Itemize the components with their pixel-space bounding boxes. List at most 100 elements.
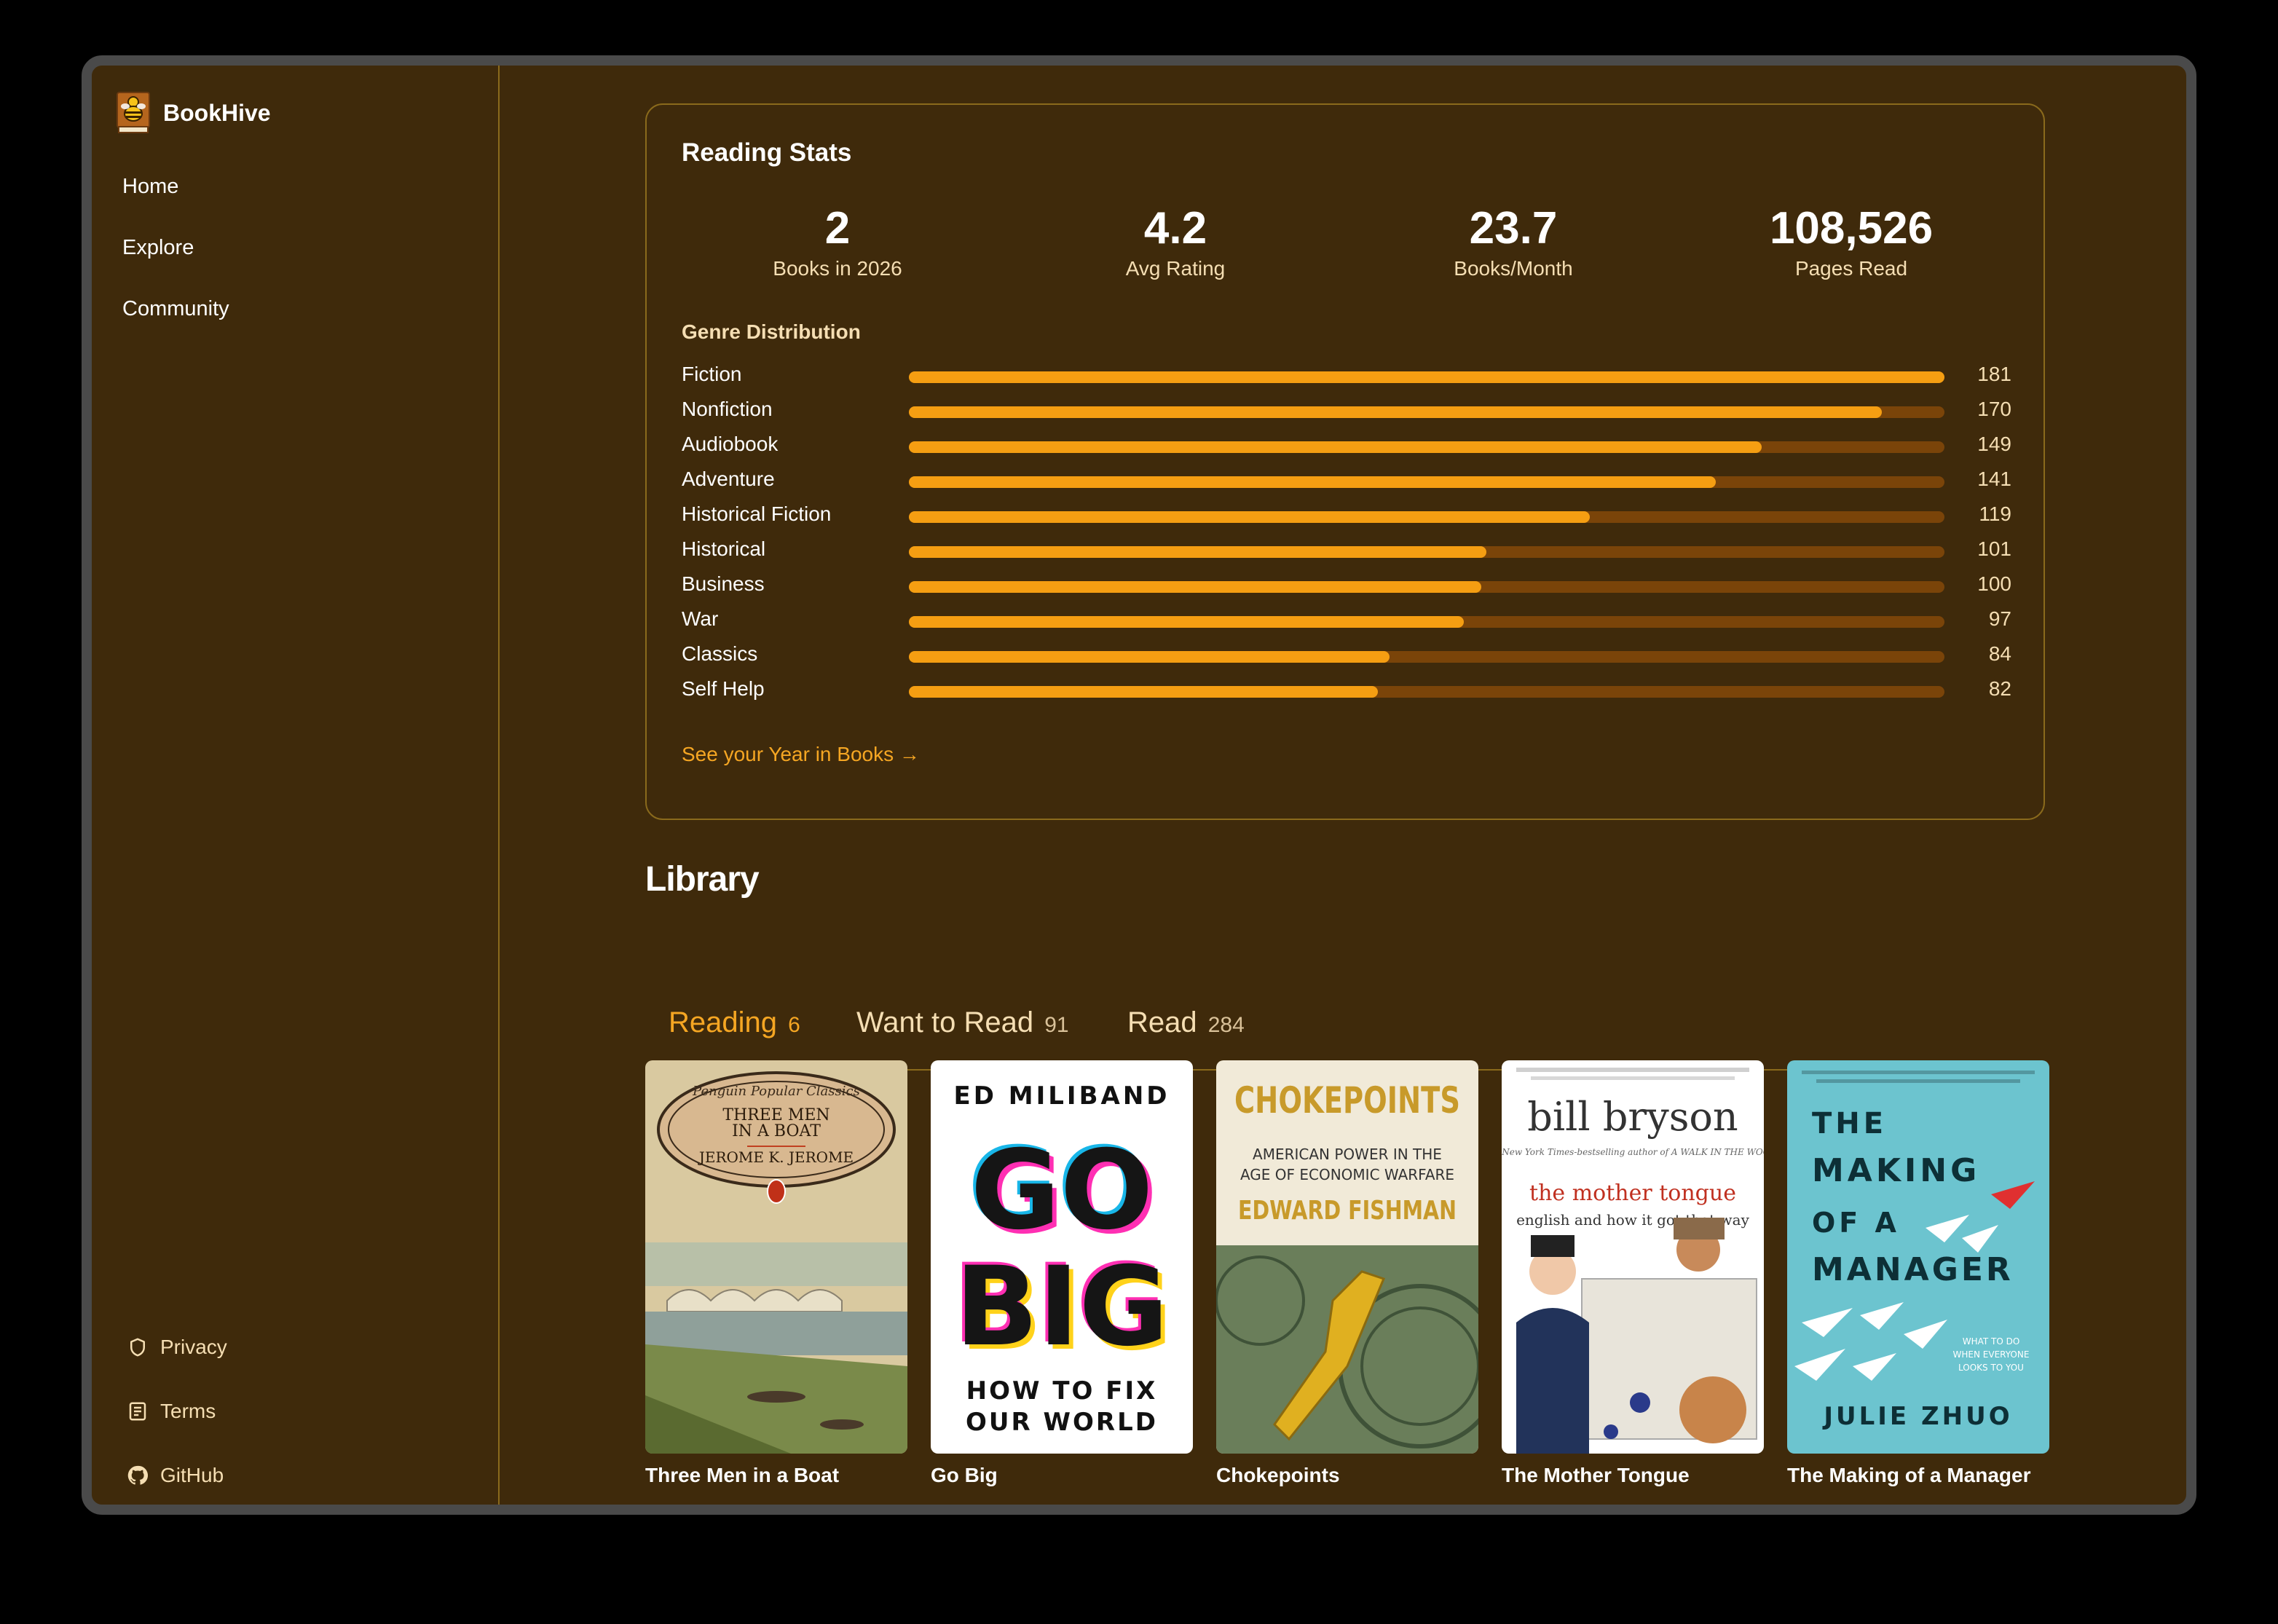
stat-value: 2 bbox=[824, 203, 851, 253]
book-title: Chokepoints bbox=[1216, 1464, 1340, 1486]
nav-item-home[interactable]: Home bbox=[122, 173, 229, 234]
cover-author: EDWARD FISHMAN bbox=[1238, 1196, 1457, 1226]
document-icon bbox=[129, 1402, 146, 1421]
book-title: The Making of a Manager bbox=[1787, 1464, 2031, 1486]
book-title: Three Men in a Boat bbox=[645, 1464, 840, 1486]
svg-text:OUR WORLD: OUR WORLD bbox=[966, 1408, 1158, 1437]
main-nav: Home Explore Community bbox=[122, 173, 229, 357]
genre-name: Historical Fiction bbox=[682, 502, 832, 525]
cover-title-line3: OF A bbox=[1812, 1207, 1900, 1239]
svg-text:AMERICAN POWER IN THE: AMERICAN POWER IN THE bbox=[1253, 1146, 1442, 1163]
genre-row: Historical 101 bbox=[682, 536, 2011, 571]
book-cover: THE MAKING OF A MANAGER WHAT TO DO WHEN … bbox=[1787, 1060, 2049, 1454]
genre-count: 149 bbox=[1977, 433, 2011, 455]
genre-bar-track bbox=[909, 686, 1944, 698]
genre-name: Classics bbox=[682, 642, 758, 665]
genre-name: War bbox=[682, 607, 719, 630]
cover-title-line1: GO bbox=[971, 1127, 1154, 1254]
svg-text:HOW TO FIX: HOW TO FIX bbox=[966, 1376, 1158, 1406]
privacy-link[interactable]: Privacy bbox=[127, 1315, 227, 1379]
shield-icon bbox=[130, 1338, 145, 1357]
genre-bar-fill bbox=[909, 581, 1481, 593]
genre-bar-fill bbox=[909, 616, 1465, 628]
tab-count: 6 bbox=[788, 1013, 800, 1037]
stat-value: 108,526 bbox=[1769, 203, 1934, 253]
genre-distribution: Fiction 181 Nonfiction 170 Audiobook 149 Adven… bbox=[682, 361, 2011, 711]
genre-bar-track bbox=[909, 581, 1944, 593]
genre-bar-fill bbox=[909, 476, 1716, 488]
genre-row: Nonfiction 170 bbox=[682, 396, 2011, 431]
cover-author: ED MILIBAND bbox=[954, 1081, 1170, 1111]
svg-text:AGE OF ECONOMIC WARFARE: AGE OF ECONOMIC WARFARE bbox=[1240, 1166, 1454, 1183]
nav-item-community[interactable]: Community bbox=[122, 296, 229, 357]
genre-bar-track bbox=[909, 546, 1944, 558]
genre-row: Adventure 141 bbox=[682, 466, 2011, 501]
github-link[interactable]: GitHub bbox=[127, 1443, 227, 1505]
cover-art: CHOKEPOINTS AMERICAN POWER IN THE AGE OF… bbox=[1216, 1060, 1478, 1454]
genre-bar-fill bbox=[909, 406, 1882, 418]
tab-label: Read bbox=[1127, 1006, 1197, 1038]
genre-distribution-title: Genre Distribution bbox=[682, 320, 861, 343]
genre-name: Fiction bbox=[682, 363, 742, 385]
genre-row: War 97 bbox=[682, 606, 2011, 641]
cover-title-line2: BIG bbox=[955, 1244, 1168, 1371]
genre-bar-fill bbox=[909, 651, 1390, 663]
book-card[interactable]: Penguin Popular Classics THREE MEN IN A … bbox=[645, 1060, 907, 1487]
cover-author: JEROME K. JEROME bbox=[698, 1148, 854, 1166]
genre-count: 181 bbox=[1977, 363, 2011, 385]
book-card[interactable]: ED MILIBAND GO GO GO BIG BIG BIG HOW TO … bbox=[931, 1060, 1193, 1487]
stat-books: 2 Books in 2026 bbox=[692, 201, 983, 281]
genre-row: Self Help 82 bbox=[682, 676, 2011, 711]
genre-name: Business bbox=[682, 572, 765, 595]
genre-bar-fill bbox=[909, 441, 1762, 453]
genre-row: Audiobook 149 bbox=[682, 431, 2011, 466]
tab-reading[interactable]: Reading 6 bbox=[669, 1006, 800, 1039]
cover-series: Penguin Popular Classics bbox=[692, 1084, 860, 1099]
genre-bar-track bbox=[909, 406, 1944, 418]
privacy-label: Privacy bbox=[160, 1336, 227, 1358]
genre-bar-track bbox=[909, 651, 1944, 663]
genre-name: Audiobook bbox=[682, 433, 779, 455]
cover-art: THE MAKING OF A MANAGER WHAT TO DO WHEN … bbox=[1787, 1060, 2049, 1454]
book-cover: CHOKEPOINTS AMERICAN POWER IN THE AGE OF… bbox=[1216, 1060, 1478, 1454]
footer-links: Privacy Terms GitHub bbox=[127, 1315, 227, 1505]
genre-bar-track bbox=[909, 371, 1944, 383]
svg-text:LOOKS TO YOU: LOOKS TO YOU bbox=[1958, 1363, 2024, 1373]
genre-bar-fill bbox=[909, 546, 1487, 558]
tab-label: Reading bbox=[669, 1006, 778, 1038]
penguin-logo-icon bbox=[767, 1179, 786, 1204]
tab-read[interactable]: Read 284 bbox=[1127, 1006, 1245, 1039]
genre-count: 82 bbox=[1988, 677, 2011, 700]
genre-count: 119 bbox=[1979, 502, 2011, 525]
tab-label: Want to Read bbox=[856, 1006, 1034, 1038]
terms-link[interactable]: Terms bbox=[127, 1379, 227, 1443]
stat-books-per-month: 23.7 Books/Month bbox=[1368, 201, 1659, 281]
main-content: Reading Stats 2 Books in 2026 4.2 Avg Ra… bbox=[500, 66, 2186, 1505]
genre-bar-fill bbox=[909, 686, 1379, 698]
book-card[interactable]: bill bryson The New York Times-bestselli… bbox=[1502, 1060, 1764, 1487]
genre-name: Nonfiction bbox=[682, 398, 773, 420]
app-name: BookHive bbox=[163, 99, 271, 126]
year-in-books-link[interactable]: See your Year in Books → bbox=[682, 743, 920, 766]
genre-name: Historical bbox=[682, 537, 766, 560]
sidebar: BookHive Home Explore Community Privacy … bbox=[92, 66, 500, 1505]
book-cover: bill bryson The New York Times-bestselli… bbox=[1502, 1060, 1764, 1454]
cover-art: bill bryson The New York Times-bestselli… bbox=[1502, 1060, 1764, 1454]
nav-item-explore[interactable]: Explore bbox=[122, 234, 229, 296]
cover-title: the mother tongue bbox=[1529, 1180, 1736, 1206]
stat-pages-read: 108,526 Pages Read bbox=[1706, 201, 1997, 281]
genre-count: 97 bbox=[1988, 607, 2011, 630]
book-card[interactable]: THE MAKING OF A MANAGER WHAT TO DO WHEN … bbox=[1787, 1060, 2049, 1487]
stat-label: Avg Rating bbox=[1125, 257, 1226, 280]
tab-want-to-read[interactable]: Want to Read 91 bbox=[856, 1006, 1069, 1039]
library-title: Library bbox=[645, 860, 760, 899]
horizontal-scrollbar[interactable] bbox=[654, 1513, 894, 1515]
genre-count: 84 bbox=[1988, 642, 2011, 665]
book-title: Go Big bbox=[931, 1464, 998, 1486]
genre-count: 101 bbox=[1977, 537, 2011, 560]
svg-text:WHEN EVERYONE: WHEN EVERYONE bbox=[1953, 1349, 2030, 1360]
brand[interactable]: BookHive bbox=[117, 92, 271, 134]
svg-text:WHAT TO DO: WHAT TO DO bbox=[1963, 1336, 2020, 1347]
book-card[interactable]: CHOKEPOINTS AMERICAN POWER IN THE AGE OF… bbox=[1216, 1060, 1478, 1487]
genre-count: 100 bbox=[1977, 572, 2011, 595]
